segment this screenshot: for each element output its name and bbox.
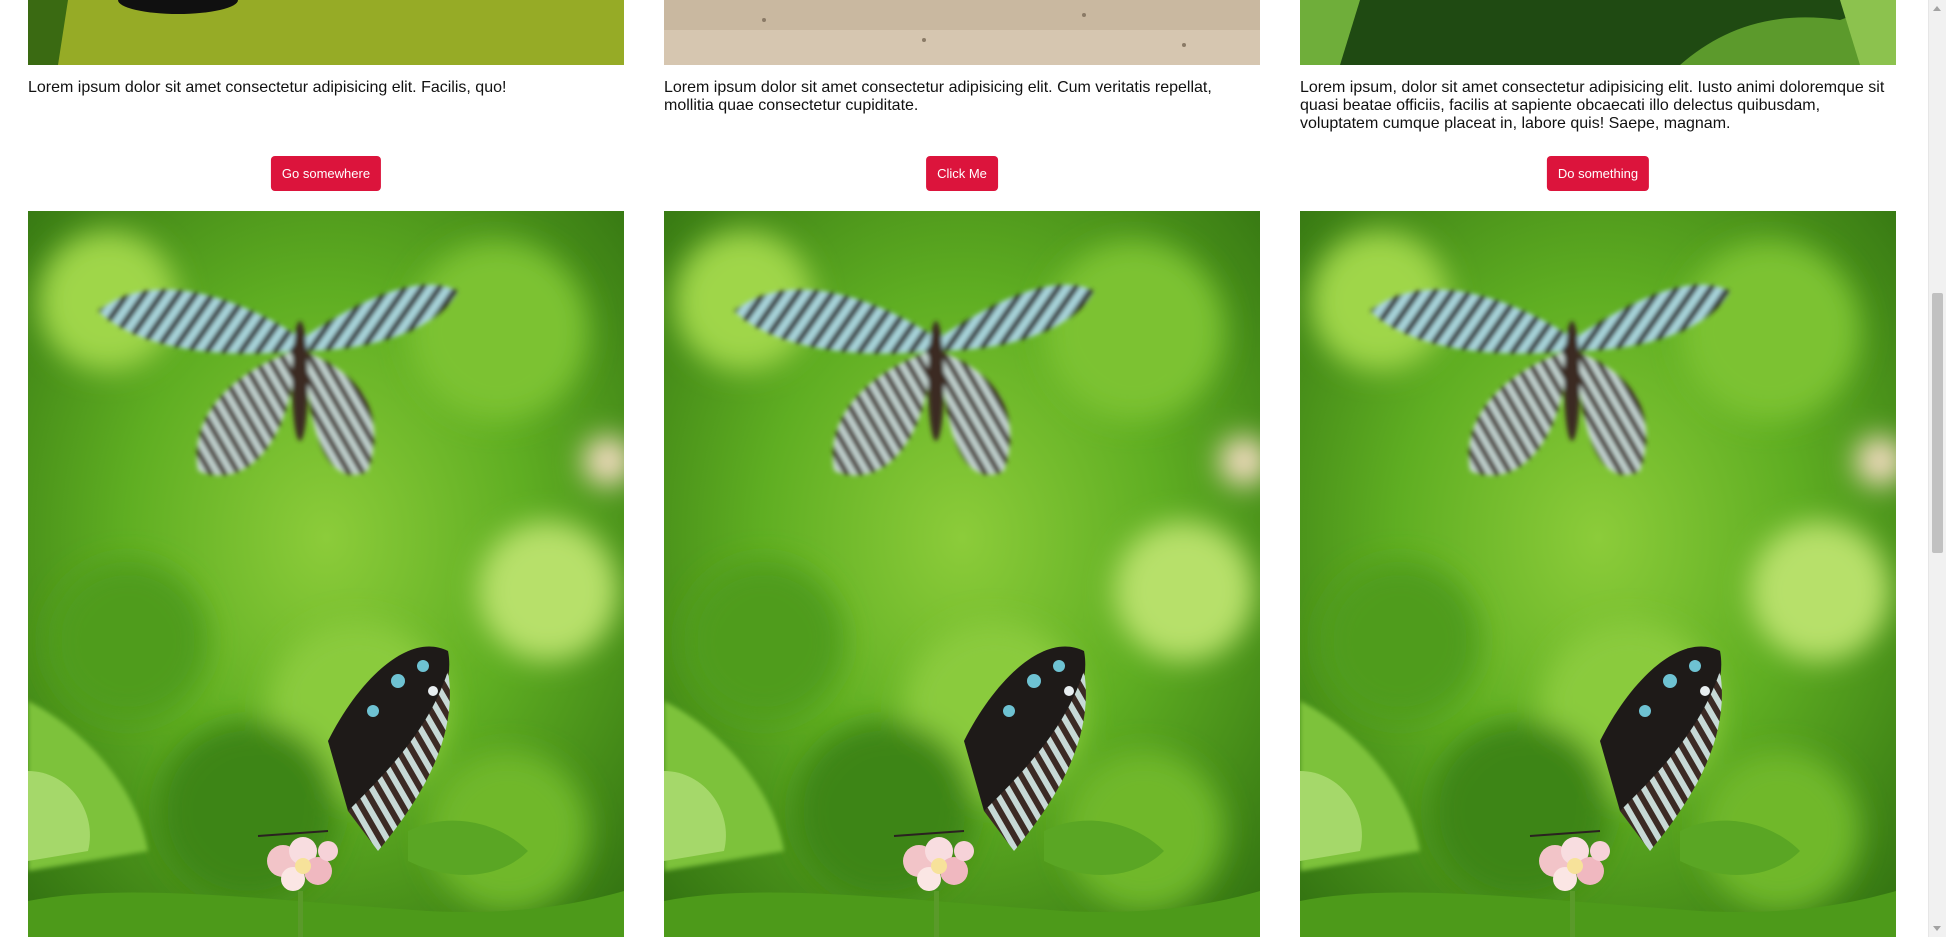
- go-somewhere-button[interactable]: Go somewhere: [270, 156, 382, 191]
- card-2-butterfly-image: [664, 211, 1260, 937]
- card-1-butterfly-image: [28, 211, 624, 937]
- card-3-top-image: [1300, 0, 1896, 65]
- page-scrollbar[interactable]: [1928, 0, 1946, 937]
- scrollbar-thumb[interactable]: [1932, 293, 1943, 553]
- card-1-top-image: [28, 0, 624, 65]
- do-something-button[interactable]: Do something: [1546, 156, 1650, 191]
- card-2-text: Lorem ipsum dolor sit amet consectetur a…: [664, 79, 1212, 114]
- click-me-button[interactable]: Click Me: [926, 156, 998, 191]
- card-2-top-image: [664, 0, 1260, 65]
- card-3-text: Lorem ipsum, dolor sit amet consectetur …: [1300, 79, 1885, 132]
- scroll-up-arrow-icon[interactable]: [1933, 6, 1941, 11]
- card-1-text: Lorem ipsum dolor sit amet consectetur a…: [28, 79, 507, 96]
- scroll-down-arrow-icon[interactable]: [1933, 926, 1941, 931]
- card-3-butterfly-image: [1300, 211, 1896, 937]
